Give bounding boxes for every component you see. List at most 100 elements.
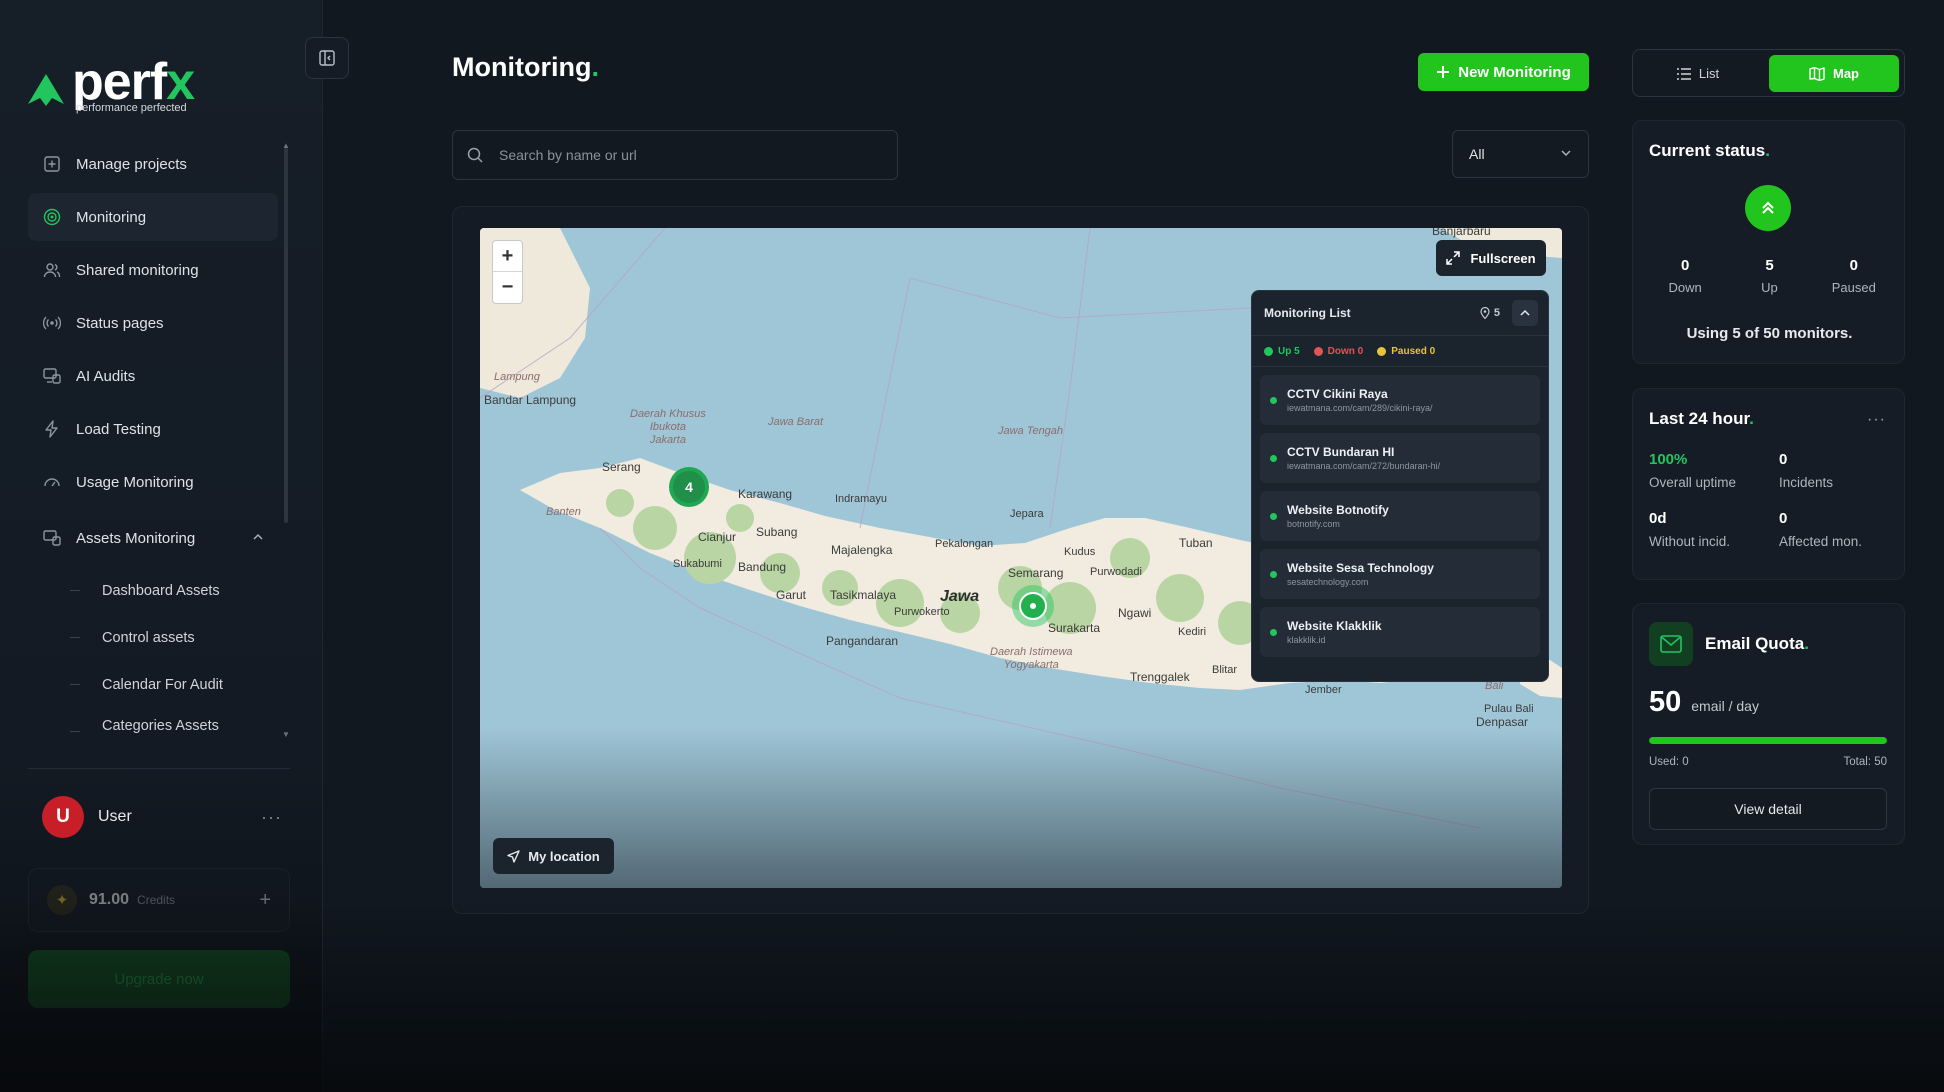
list-view-label: List <box>1698 66 1720 81</box>
sidebar-item-label: Usage Monitoring <box>76 473 194 491</box>
list-item[interactable]: CCTV Bundaran HI iewatmana.com/cam/272/bu… <box>1260 433 1540 483</box>
map-label-lampung: Lampung <box>494 371 540 383</box>
expand-icon <box>1446 251 1461 265</box>
sidebar-item-label: Monitoring <box>76 208 147 226</box>
overall-uptime: 100% Overall uptime <box>1649 451 1737 490</box>
map-label-majalengka: Majalengka <box>831 543 893 557</box>
sidebar-item-label: Shared monitoring <box>76 261 199 279</box>
status-down: 0 Down <box>1668 257 1702 295</box>
view-detail-button[interactable]: View detail <box>1649 788 1887 830</box>
map-label-pulau-bali: Pulau Bali <box>1484 703 1534 715</box>
plus-icon <box>1437 66 1450 78</box>
map-label-jawa-tengah: Jawa Tengah <box>998 425 1064 437</box>
sidebar-item-label: Status pages <box>76 314 164 332</box>
map-label-kudus: Kudus <box>1064 546 1096 558</box>
collapse-sidebar-button[interactable] <box>305 37 349 79</box>
status-filter-select[interactable]: All <box>1452 130 1589 178</box>
map-label-bandar-lampung: Bandar Lampung <box>484 393 577 407</box>
sidebar-item-monitoring[interactable]: Monitoring <box>28 193 278 241</box>
map-label-kediri: Kediri <box>1178 626 1207 638</box>
list-item[interactable]: Website Sesa Technology sesatechnology.co… <box>1260 549 1540 599</box>
marker-dot <box>1030 603 1036 609</box>
map-view[interactable]: Banjarbaru Lampung Bandar Lampung Daerah… <box>480 228 1562 888</box>
view-toggle: List Map <box>1632 49 1905 97</box>
map-label-sukabumi: Sukabumi <box>673 558 722 570</box>
sidebar-subitem-categories-assets[interactable]: Categories Assets <box>46 708 278 734</box>
sidebar-nav: Manage projects Monitoring Shared monito… <box>28 140 278 734</box>
gauge-icon <box>42 472 62 492</box>
map-label-surakarta: Surakarta <box>1048 621 1101 635</box>
legend-down: Down 0 <box>1313 346 1363 357</box>
monitor-name: Website Klakklik <box>1287 619 1382 633</box>
user-menu[interactable]: U User ··· <box>42 795 282 839</box>
status-dot <box>1270 512 1277 520</box>
map-cluster-marker[interactable]: 4 <box>669 467 709 507</box>
list-item[interactable]: Website Klakklik klakklik.id <box>1260 607 1540 657</box>
double-chevron-up-icon <box>1745 185 1791 231</box>
sidebar-item-assets-monitoring[interactable]: Assets Monitoring <box>28 514 278 562</box>
sidebar-item-shared-monitoring[interactable]: Shared monitoring <box>28 246 278 294</box>
monitor-url: iewatmana.com/cam/289/cikini-raya/ <box>1287 403 1433 413</box>
map-label-jawa: Jawa <box>940 588 980 605</box>
map-label-banten: Banten <box>546 506 581 518</box>
lightning-icon <box>42 419 62 439</box>
last-24-stats: 100% Overall uptime 0 Incidents 0d Without … <box>1649 451 1899 549</box>
without-incidents: 0d Without incid. <box>1649 510 1731 549</box>
sidebar-item-usage-monitoring[interactable]: Usage Monitoring <box>28 458 278 506</box>
devices-icon <box>42 528 62 548</box>
user-more-icon[interactable]: ··· <box>261 807 282 828</box>
coin-icon: ✦ <box>47 885 77 915</box>
status-dot <box>1270 454 1277 462</box>
map-label-pekalongan: Pekalongan <box>935 538 994 550</box>
map-label-diy: Daerah Istimewa Yogyakarta <box>990 646 1073 671</box>
sidebar-item-status-pages[interactable]: Status pages <box>28 299 278 347</box>
map-label-serang: Serang <box>602 460 641 474</box>
my-location-button[interactable]: My location <box>493 838 614 874</box>
sidebar: perfx performance perfected Manage proje… <box>0 0 323 1092</box>
sidebar-item-manage-projects[interactable]: Manage projects <box>28 140 278 188</box>
monitor-name: Website Botnotify <box>1287 503 1389 517</box>
chevron-up-icon[interactable] <box>252 530 264 547</box>
map-label-jawa-barat: Jawa Barat <box>768 416 824 428</box>
list-icon <box>1676 67 1691 80</box>
search-input[interactable] <box>499 147 879 163</box>
map-monitor-marker[interactable] <box>1012 585 1054 627</box>
sidebar-subitem-calendar-for-audit[interactable]: Calendar For Audit <box>46 661 278 708</box>
sidebar-item-label: Load Testing <box>76 420 161 438</box>
map-label-cianjur: Cianjur <box>698 530 737 544</box>
upgrade-button[interactable]: Upgrade now <box>28 950 290 1008</box>
list-view-button[interactable]: List <box>1645 55 1751 92</box>
sidebar-item-ai-audits[interactable]: AI Audits <box>28 352 278 400</box>
credits-value: 91.00 <box>89 891 130 908</box>
status-up: 5 Up <box>1761 257 1778 295</box>
perfx-logo[interactable]: perfx performance perfected <box>28 48 228 120</box>
sidebar-item-label: AI Audits <box>76 367 136 385</box>
zoom-out-button[interactable]: − <box>493 272 522 303</box>
sidebar-subitem-dashboard-assets[interactable]: Dashboard Assets <box>46 567 278 614</box>
map-label-tuban: Tuban <box>1179 536 1213 550</box>
more-options-icon[interactable]: ··· <box>1867 411 1886 429</box>
map-label-jember: Jember <box>1305 684 1342 696</box>
monitoring-list-items: CCTV Cikini Raya iewatmana.com/cam/289/ci… <box>1252 367 1548 657</box>
map-view-label: Map <box>1833 66 1859 81</box>
list-item[interactable]: CCTV Cikini Raya iewatmana.com/cam/289/ci… <box>1260 375 1540 425</box>
monitor-name: CCTV Cikini Raya <box>1287 387 1388 401</box>
search-box <box>452 130 898 180</box>
monitor-url: klakklik.id <box>1287 635 1326 645</box>
new-monitoring-button[interactable]: New Monitoring <box>1418 53 1589 91</box>
mail-icon <box>1649 622 1693 666</box>
fullscreen-button[interactable]: Fullscreen <box>1436 240 1546 276</box>
sidebar-item-label: Assets Monitoring <box>76 529 196 547</box>
map-label-garut: Garut <box>776 588 807 602</box>
sidebar-item-load-testing[interactable]: Load Testing <box>28 405 278 453</box>
sidebar-scrollbar[interactable] <box>284 148 288 523</box>
scroll-down-arrow-icon[interactable]: ▼ <box>282 730 290 739</box>
map-view-button[interactable]: Map <box>1769 55 1899 92</box>
incidents: 0 Incidents <box>1779 451 1834 490</box>
email-used: Used: 0 <box>1649 756 1689 768</box>
collapse-list-button[interactable] <box>1512 300 1538 326</box>
sidebar-subitem-control-assets[interactable]: Control assets <box>46 614 278 661</box>
add-credits-button[interactable]: + <box>259 889 271 912</box>
list-item[interactable]: Website Botnotify botnotify.com <box>1260 491 1540 541</box>
zoom-in-button[interactable]: + <box>493 241 522 272</box>
